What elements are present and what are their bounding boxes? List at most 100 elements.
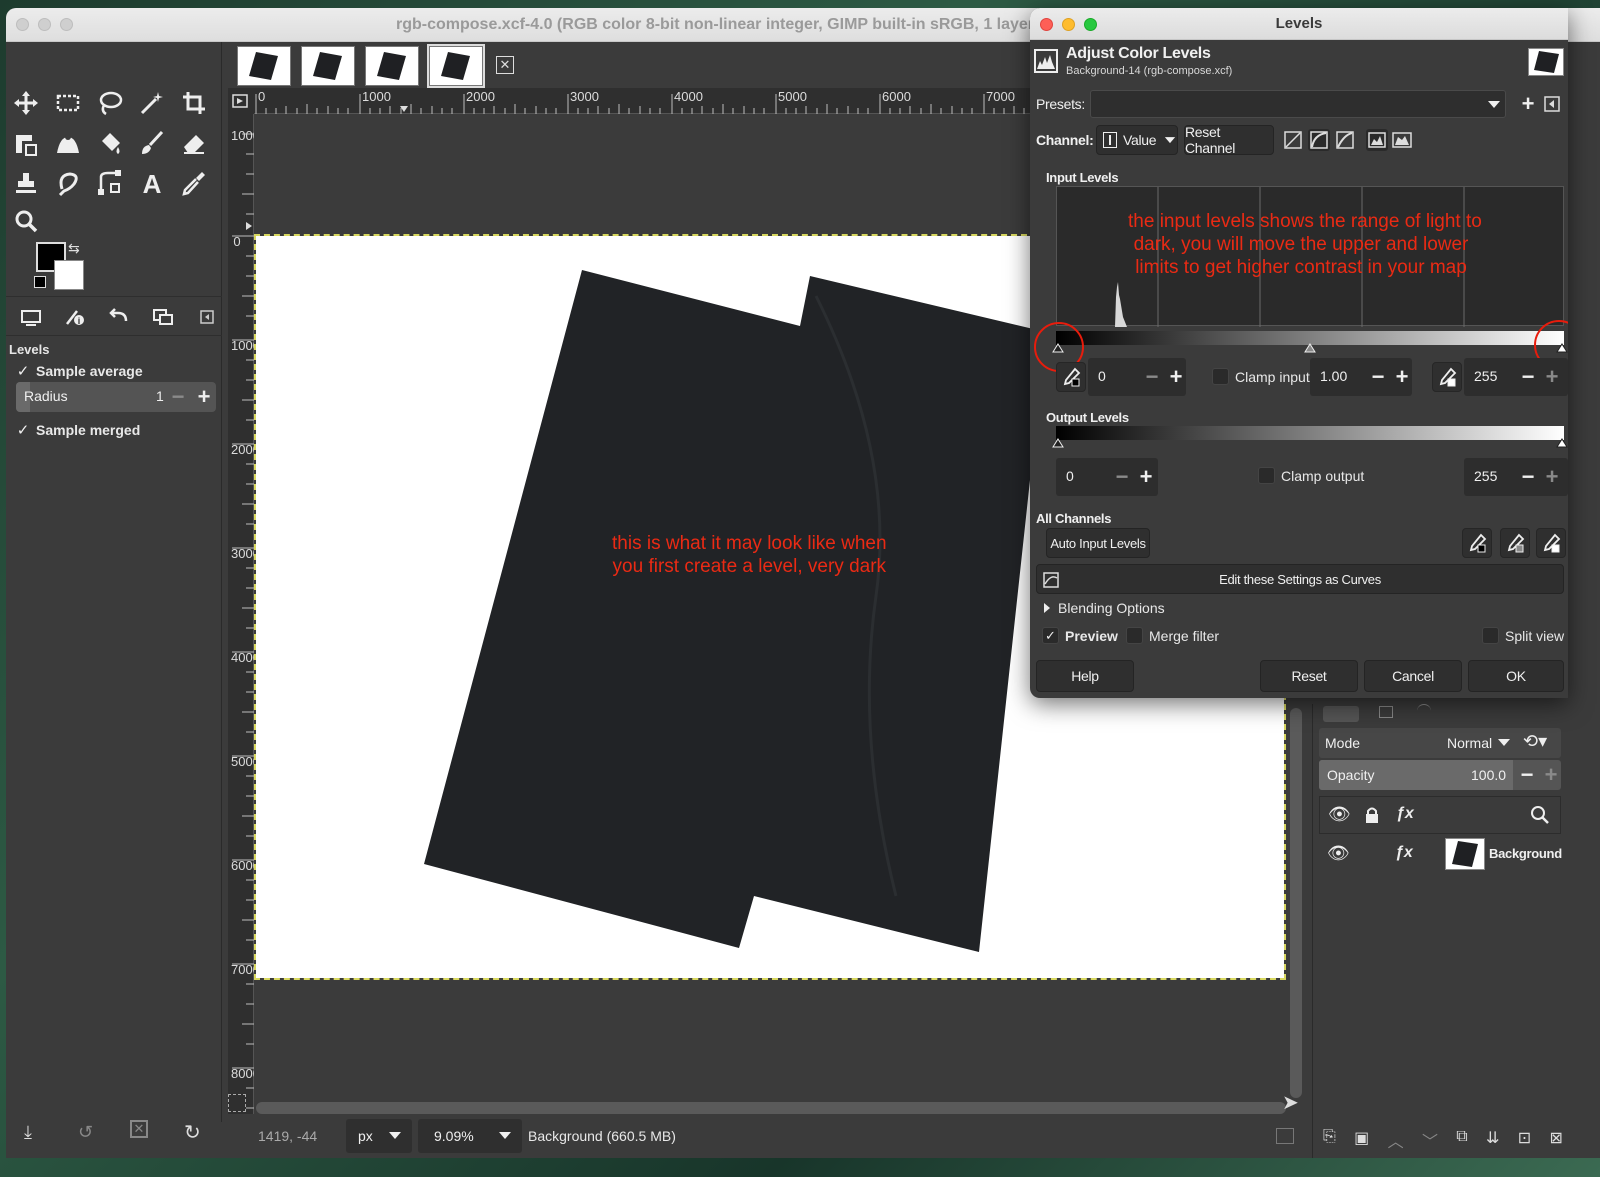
layer-mode-select[interactable]: Mode Normal ⟲▾ (1319, 728, 1561, 758)
gamma-decrement-button[interactable]: − (1366, 365, 1390, 389)
presets-combo[interactable] (1090, 90, 1506, 118)
minimize-window-button[interactable] (38, 18, 51, 31)
opacity-increment-button[interactable]: + (1539, 763, 1563, 787)
restore-tool-preset-icon[interactable]: ↺ (78, 1122, 93, 1143)
input-low-decrement-button[interactable]: − (1140, 365, 1164, 389)
pick-black-all-button[interactable] (1462, 528, 1492, 558)
split-view-row[interactable]: Split view (1482, 627, 1564, 644)
default-colors-icon[interactable] (34, 276, 46, 288)
clamp-input-checkbox[interactable] (1212, 368, 1229, 385)
zoom-window-button[interactable] (60, 18, 73, 31)
input-high-decrement-button[interactable]: − (1516, 365, 1540, 389)
layer-effects-icon[interactable]: ƒx (1396, 805, 1414, 823)
preview-checkbox[interactable]: ✓ (1042, 627, 1059, 644)
layers-tab[interactable] (1323, 706, 1359, 722)
mask-layer-icon[interactable]: ⊡ (1518, 1128, 1531, 1152)
clone-tool-icon[interactable] (8, 166, 44, 200)
help-button[interactable]: Help (1036, 660, 1134, 692)
reset-channel-button[interactable]: Reset Channel (1184, 124, 1274, 156)
duplicate-layer-icon[interactable]: ⧉ (1456, 1128, 1467, 1152)
log-histogram-icon[interactable] (1336, 131, 1354, 149)
zoom-select[interactable]: 9.09% (418, 1119, 522, 1153)
save-tool-preset-icon[interactable]: ⤓ (24, 1122, 32, 1143)
composite-mode-icon[interactable]: ⟲▾ (1523, 731, 1547, 752)
output-low-decrement-button[interactable]: − (1110, 465, 1134, 489)
merge-layer-icon[interactable]: ⇊ (1486, 1128, 1499, 1152)
linear-scale-icon[interactable] (1366, 129, 1388, 151)
smudge-tool-icon[interactable] (50, 166, 86, 200)
ruler-corner[interactable] (228, 88, 254, 114)
cancel-button[interactable]: Cancel (1364, 660, 1462, 692)
new-layer-group-icon[interactable]: ▣ (1354, 1128, 1369, 1152)
gamma-spinner[interactable]: 1.00 − + (1310, 358, 1412, 396)
visibility-eye-icon[interactable]: 👁 (1327, 843, 1350, 864)
unit-select[interactable]: px (346, 1119, 412, 1153)
sample-average-row[interactable]: Sample average (16, 363, 143, 379)
color-picker-tool-icon[interactable] (176, 166, 212, 200)
reset-tool-options-icon[interactable]: ↻ (184, 1120, 201, 1145)
sample-merged-row[interactable]: Sample merged (16, 422, 140, 438)
sample-average-checkbox[interactable] (16, 364, 30, 378)
radius-decrement-button[interactable]: − (166, 385, 190, 409)
output-high-decrement-button[interactable]: − (1516, 465, 1540, 489)
lock-icon[interactable] (1364, 806, 1380, 824)
opacity-decrement-button[interactable]: − (1515, 763, 1539, 787)
output-low-increment-button[interactable]: + (1134, 465, 1158, 489)
presets-menu-icon[interactable] (1544, 96, 1560, 112)
input-high-increment-button[interactable]: + (1540, 365, 1564, 389)
image-tab-2[interactable] (301, 46, 355, 86)
lower-layer-icon[interactable]: ﹀ (1422, 1128, 1438, 1152)
output-low-handle[interactable] (1052, 438, 1064, 448)
channels-tab-icon[interactable] (1379, 706, 1393, 718)
device-status-tab-icon[interactable]: i (58, 303, 92, 331)
output-low-spinner[interactable]: 0 − + (1056, 458, 1158, 496)
pick-black-point-button[interactable] (1056, 362, 1086, 392)
transform-tool-icon[interactable] (8, 126, 44, 160)
input-low-spinner[interactable]: 0 − + (1088, 358, 1186, 396)
linear-histogram-icon[interactable] (1284, 131, 1302, 149)
layer-row-background[interactable]: 👁 ƒx Background (1319, 836, 1562, 872)
raise-layer-icon[interactable]: ︿ (1388, 1128, 1404, 1152)
layer-opacity-spinner[interactable]: Opacity 100.0 − + (1319, 760, 1561, 790)
paths-tool-icon[interactable] (92, 166, 128, 200)
merge-filter-checkbox[interactable] (1126, 627, 1143, 644)
layer-effects-icon[interactable]: ƒx (1395, 844, 1413, 862)
radius-increment-button[interactable]: + (192, 385, 216, 409)
zoom-tool-icon[interactable] (8, 204, 44, 238)
new-layer-icon[interactable]: ⎘ (1323, 1128, 1336, 1152)
reset-button[interactable]: Reset (1260, 660, 1358, 692)
split-view-checkbox[interactable] (1482, 627, 1499, 644)
clamp-input-row[interactable]: Clamp input (1212, 368, 1310, 385)
blending-options-expander[interactable]: Blending Options (1042, 600, 1165, 616)
clamp-output-checkbox[interactable] (1258, 467, 1275, 484)
input-low-increment-button[interactable]: + (1164, 365, 1188, 389)
swap-colors-icon[interactable]: ⇆ (68, 240, 80, 257)
close-window-button[interactable] (16, 18, 29, 31)
visibility-eye-icon[interactable]: 👁 (1328, 804, 1351, 825)
preview-row[interactable]: ✓ Preview (1042, 627, 1118, 644)
navigate-image-icon[interactable]: ➤ (1282, 1090, 1299, 1115)
channel-select[interactable]: Value (1096, 125, 1178, 155)
clamp-output-row[interactable]: Clamp output (1258, 467, 1364, 484)
auto-input-levels-button[interactable]: Auto Input Levels (1046, 528, 1150, 558)
toggle-dock-icon[interactable] (1276, 1128, 1294, 1144)
bucket-fill-tool-icon[interactable] (92, 126, 128, 160)
pick-white-point-button[interactable] (1432, 362, 1462, 392)
paths-tab-icon[interactable] (1417, 704, 1431, 718)
warp-tool-icon[interactable] (50, 126, 86, 160)
radius-spinner[interactable]: Radius 1 − + (16, 382, 216, 412)
images-tab-icon[interactable] (146, 303, 180, 331)
add-preset-button[interactable]: + (1516, 92, 1540, 116)
dock-menu-icon[interactable] (190, 303, 224, 331)
gamma-increment-button[interactable]: + (1390, 365, 1414, 389)
paintbrush-tool-icon[interactable] (134, 126, 170, 160)
search-icon[interactable] (1530, 805, 1550, 825)
edit-as-curves-button[interactable]: Edit these Settings as Curves (1036, 564, 1564, 594)
merge-filter-row[interactable]: Merge filter (1126, 627, 1219, 644)
undo-history-tab-icon[interactable] (102, 303, 136, 331)
pick-gray-all-button[interactable] (1500, 528, 1530, 558)
input-high-spinner[interactable]: 255 − + (1464, 358, 1568, 396)
image-tab-4-active[interactable] (427, 44, 485, 88)
close-image-tab-icon[interactable]: ✕ (496, 56, 514, 74)
tool-options-tab-icon[interactable] (14, 303, 48, 331)
